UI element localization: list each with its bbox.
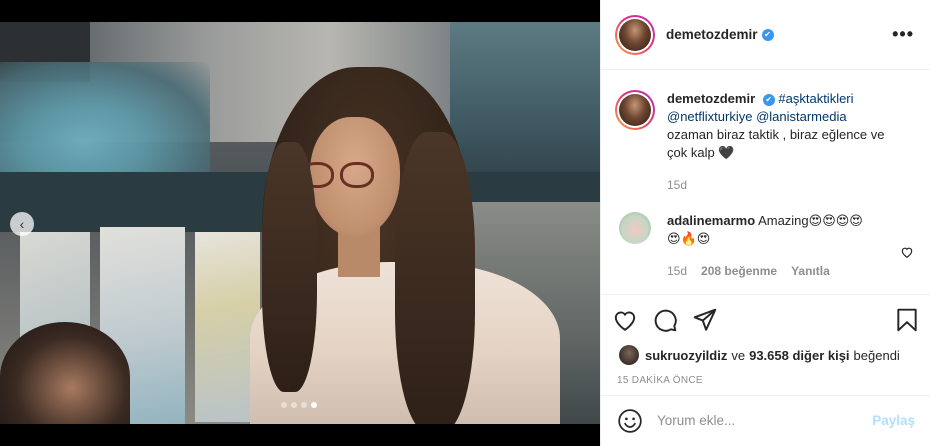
verified-badge-icon: ✔ — [761, 28, 774, 41]
more-options-icon[interactable]: ••• — [892, 24, 914, 45]
reply-button[interactable]: Yanıtla — [791, 262, 830, 280]
carousel-dot — [301, 402, 307, 408]
caption: demetozdemir ✔ #aşktaktikleri @netflixtu… — [615, 70, 914, 194]
comment-like-count[interactable]: 208 beğenme — [701, 262, 777, 280]
mention-link[interactable]: @netflixturkiye — [667, 109, 752, 124]
commenter-username[interactable]: adalinemarmo — [667, 213, 755, 228]
likes-others[interactable]: 93.658 diğer kişi — [749, 348, 849, 363]
comment-icon[interactable] — [652, 307, 678, 333]
carousel-dot — [291, 402, 297, 408]
caption-text: ozaman biraz taktik , biraz eğlence ve — [667, 127, 885, 142]
comment-item: adalinemarmo Amazing😍😍😍😍 😍🔥😍 15d 208 beğ… — [615, 194, 914, 280]
caption-text: çok kalp 🖤 — [667, 145, 735, 160]
comment-text-cont: 😍🔥😍 — [667, 231, 711, 246]
post-media: ‹ — [0, 0, 600, 446]
comment-input[interactable] — [657, 413, 873, 428]
hashtag-link[interactable]: #aşktaktikleri — [778, 91, 853, 106]
carousel-dot — [281, 402, 287, 408]
mention-link[interactable]: @lanistarmedia — [756, 109, 847, 124]
caption-username[interactable]: demetozdemir — [667, 91, 755, 106]
likes-connector: ve — [731, 347, 746, 363]
carousel-indicator — [281, 402, 317, 408]
commenter-avatar[interactable] — [619, 212, 651, 244]
caption-avatar[interactable] — [615, 90, 655, 130]
comment-age[interactable]: 15d — [667, 262, 687, 280]
author-avatar[interactable] — [615, 14, 655, 55]
comment-text: Amazing😍😍😍😍 — [758, 213, 863, 228]
heart-icon[interactable] — [612, 307, 638, 333]
carousel-prev-button[interactable]: ‹ — [10, 212, 34, 236]
post-photo[interactable] — [0, 22, 600, 424]
comment-composer: Paylaş — [601, 395, 930, 445]
verified-badge-icon: ✔ — [762, 93, 775, 106]
bookmark-icon[interactable] — [894, 307, 920, 333]
post-actions: sukruozyildiz ve 93.658 diğer kişi beğen… — [601, 294, 930, 444]
likes-summary: sukruozyildiz ve 93.658 diğer kişi beğen… — [601, 345, 930, 365]
comments-section: demetozdemir ✔ #aşktaktikleri @netflixtu… — [601, 70, 930, 294]
liker-avatar[interactable] — [619, 345, 639, 365]
post-header: demetozdemir ✔ ••• — [601, 0, 930, 70]
author-username[interactable]: demetozdemir — [666, 27, 758, 42]
post-side-panel: demetozdemir ✔ ••• demetozdemir ✔ #aşkta… — [600, 0, 930, 446]
comment-heart-icon[interactable] — [900, 224, 914, 280]
post-comment-button[interactable]: Paylaş — [872, 413, 915, 428]
share-icon[interactable] — [692, 307, 718, 333]
liker-username[interactable]: sukruozyildiz — [645, 348, 727, 363]
emoji-icon[interactable] — [617, 408, 643, 434]
chevron-left-icon: ‹ — [19, 216, 25, 232]
likes-suffix: beğendi — [853, 347, 900, 363]
post-timestamp[interactable]: 15 DAKİKA ÖNCE — [601, 375, 930, 386]
caption-age[interactable]: 15d — [667, 176, 687, 194]
carousel-dot-active — [311, 402, 317, 408]
